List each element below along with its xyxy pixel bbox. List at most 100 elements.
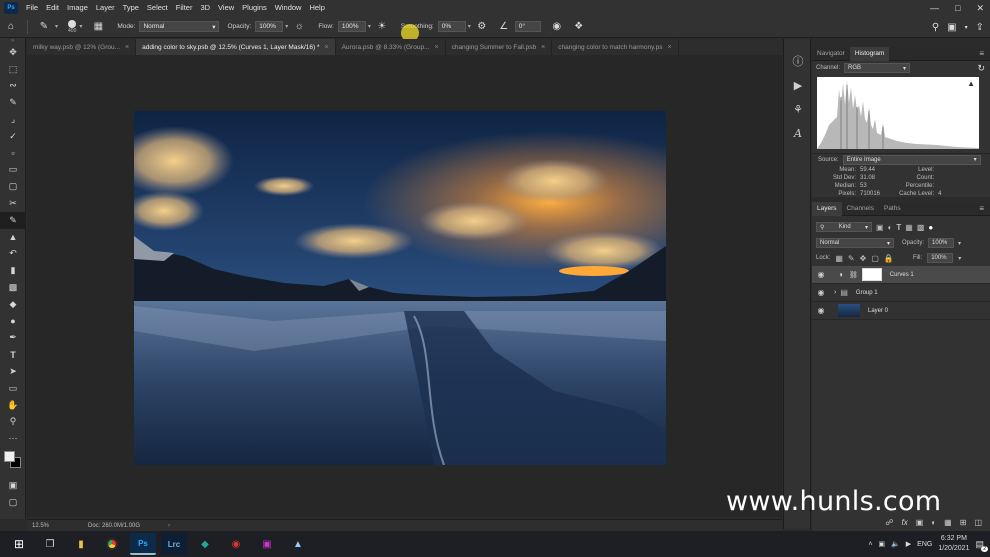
- shape-filter-icon[interactable]: ▦: [905, 223, 913, 232]
- image-filter-icon[interactable]: ▣: [876, 223, 884, 232]
- menu-item-filter[interactable]: Filter: [172, 0, 197, 16]
- document-image[interactable]: [134, 111, 666, 465]
- clock[interactable]: 6:32 PM 1/20/2021: [938, 534, 969, 554]
- quick-mask-icon[interactable]: ▣: [0, 477, 26, 494]
- tab-paths[interactable]: Paths: [879, 202, 906, 216]
- zoom-tool-icon[interactable]: ⚲: [0, 414, 26, 431]
- windows-start-icon[interactable]: ⊞: [6, 533, 32, 555]
- layer-row[interactable]: ◉ › ▤ Group 1: [812, 284, 990, 302]
- visibility-eye-icon[interactable]: ◉: [812, 306, 830, 315]
- close-tab-icon[interactable]: ×: [668, 44, 672, 51]
- chevron-down-icon[interactable]: ▾: [468, 23, 471, 30]
- tab-layers[interactable]: Layers: [812, 201, 842, 216]
- close-tab-icon[interactable]: ×: [434, 44, 438, 51]
- gradient-tool-icon[interactable]: ▩: [0, 279, 26, 296]
- minimize-icon[interactable]: —: [930, 3, 939, 13]
- tab-channels[interactable]: Channels: [842, 202, 879, 216]
- blur-tool-icon[interactable]: ◆: [0, 296, 26, 313]
- adjustment-layer-icon[interactable]: ◐: [931, 518, 936, 527]
- blend-mode-select[interactable]: Normal ▾: [816, 238, 894, 248]
- layer-name[interactable]: Layer 0: [868, 308, 888, 314]
- chevron-down-icon[interactable]: ▾: [965, 24, 968, 31]
- info-icon[interactable]: ⓘ: [784, 49, 812, 73]
- layer-name[interactable]: Curves 1: [890, 272, 914, 278]
- move-tool-icon[interactable]: ✥: [0, 44, 26, 61]
- chain-link-icon[interactable]: ⛓: [849, 271, 858, 279]
- marquee-tool-icon[interactable]: ⬚: [0, 61, 26, 78]
- link-layers-icon[interactable]: ☍: [885, 518, 893, 527]
- chevron-down-icon[interactable]: ▾: [958, 255, 961, 262]
- symmetry-icon[interactable]: ❖: [571, 19, 587, 35]
- more-tools-icon[interactable]: ⋯: [0, 430, 26, 447]
- scissors-icon[interactable]: ✂: [0, 195, 26, 212]
- airbrush-icon[interactable]: ☀: [374, 19, 390, 35]
- pressure-opacity-icon[interactable]: ☼: [291, 19, 307, 35]
- warning-icon[interactable]: ▲: [967, 79, 975, 88]
- menu-item-window[interactable]: Window: [271, 0, 306, 16]
- brush-tool-icon[interactable]: ✎: [0, 211, 26, 229]
- share-icon[interactable]: ⇪: [976, 22, 984, 33]
- close-tab-icon[interactable]: ×: [325, 44, 329, 51]
- color-swatches[interactable]: [0, 447, 25, 477]
- menu-item-3d[interactable]: 3D: [196, 0, 214, 16]
- angle-field[interactable]: 0°: [514, 21, 541, 32]
- trash-icon[interactable]: ◫: [974, 518, 982, 527]
- menu-item-type[interactable]: Type: [119, 0, 143, 16]
- filter-kind-select[interactable]: ⚲ Kind ▾: [816, 222, 872, 232]
- brush-settings-icon[interactable]: ▦: [90, 19, 106, 35]
- clone-stamp-tool-icon[interactable]: ▲: [0, 229, 26, 246]
- pressure-size-icon[interactable]: ◉: [549, 19, 565, 35]
- chevron-up-icon[interactable]: ˄: [868, 541, 872, 548]
- type-filter-icon[interactable]: T: [896, 223, 901, 232]
- close-icon[interactable]: ✕: [976, 3, 984, 14]
- adjustment-filter-icon[interactable]: ◐: [888, 223, 893, 232]
- spot-healing-tool-icon[interactable]: ▫: [0, 145, 26, 162]
- type-tool-icon[interactable]: T: [0, 346, 26, 363]
- document-tab[interactable]: changing color to match harmony.ps ×: [552, 39, 679, 55]
- screen-mode-icon[interactable]: ▢: [0, 494, 26, 511]
- close-tab-icon[interactable]: ×: [541, 44, 545, 51]
- home-icon[interactable]: ⌂: [3, 19, 19, 35]
- expand-group-icon[interactable]: ›: [834, 289, 836, 296]
- history-brush-tool-icon[interactable]: ↶: [0, 246, 26, 263]
- smart-object-filter-icon[interactable]: ▩: [917, 223, 925, 232]
- document-tab[interactable]: adding color to sky.psb @ 12.5% (Curves …: [136, 39, 336, 55]
- lock-all-icon[interactable]: 🔒: [884, 254, 894, 263]
- app-icon-purple[interactable]: ▣: [254, 533, 280, 555]
- layer-mask-thumbnail[interactable]: [861, 268, 882, 281]
- layer-name[interactable]: Group 1: [856, 290, 878, 296]
- lock-position-icon[interactable]: ✥: [860, 254, 867, 263]
- visibility-eye-icon[interactable]: ◉: [812, 270, 830, 279]
- volume-icon[interactable]: 🔈: [891, 540, 900, 548]
- layer-row[interactable]: ◉ Layer 0: [812, 302, 990, 320]
- foreground-color-swatch[interactable]: [4, 451, 15, 463]
- mode-select[interactable]: Normal ▾: [139, 21, 220, 32]
- menu-item-file[interactable]: File: [22, 0, 42, 16]
- chevron-down-icon[interactable]: ▾: [368, 23, 371, 30]
- chevron-right-icon[interactable]: ›: [168, 523, 170, 529]
- layer-row[interactable]: ◉ ◑ ⛓ Curves 1: [812, 266, 990, 284]
- chevron-down-icon[interactable]: ▾: [79, 23, 82, 30]
- app-icon-red[interactable]: ◉: [223, 533, 249, 555]
- character-icon[interactable]: A: [784, 121, 812, 145]
- bluetooth-icon[interactable]: ▶: [906, 540, 911, 548]
- dodge-tool-icon[interactable]: ●: [0, 313, 26, 330]
- layer-opacity-field[interactable]: 100%: [928, 238, 955, 248]
- adjust-icon[interactable]: ⚘: [784, 97, 812, 121]
- source-select[interactable]: Entire Image ▾: [842, 154, 981, 165]
- chevron-down-icon[interactable]: ▾: [55, 23, 58, 30]
- layer-thumbnail[interactable]: [838, 304, 860, 317]
- task-view-icon[interactable]: ❐: [37, 533, 63, 555]
- tab-navigator[interactable]: Navigator: [812, 47, 850, 61]
- language-indicator[interactable]: ENG: [917, 541, 932, 548]
- add-mask-icon[interactable]: ▣: [916, 518, 924, 527]
- notification-icon[interactable]: ▤ 2: [975, 539, 988, 552]
- menu-item-image[interactable]: Image: [63, 0, 92, 16]
- eraser-tool-icon[interactable]: ▮: [0, 262, 26, 279]
- brush-tool-icon[interactable]: ✎: [36, 19, 52, 35]
- panel-menu-icon[interactable]: ≡: [979, 49, 984, 58]
- chevron-down-icon[interactable]: ▾: [958, 240, 961, 247]
- zoom-level[interactable]: 12.5%: [32, 523, 72, 529]
- opacity-field[interactable]: 100%: [255, 21, 284, 32]
- menu-item-plugins[interactable]: Plugins: [238, 0, 271, 16]
